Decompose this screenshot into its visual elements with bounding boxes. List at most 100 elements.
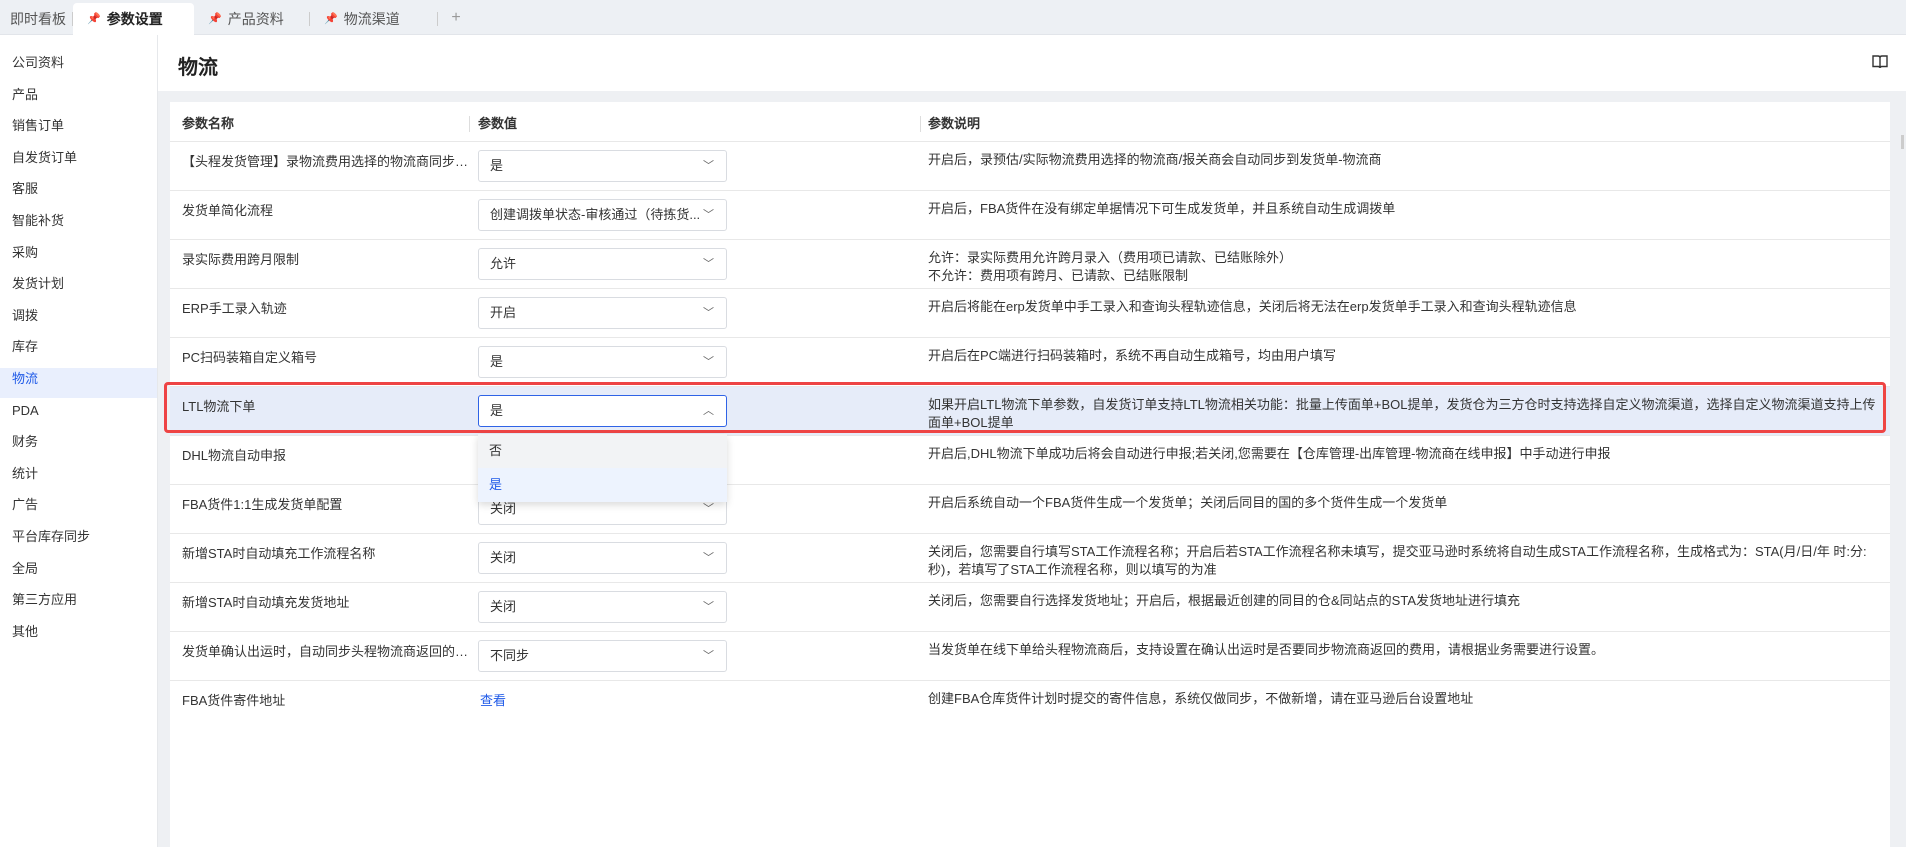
sidebar-item[interactable]: 调拨 — [12, 306, 38, 326]
description-text: 开启后,DHL物流下单成功后将会自动进行申报;若关闭,您需要在【仓库管理-出库管… — [928, 446, 1611, 461]
table-row: FBA货件1:1生成发货单配置 关闭 ﹀ 开启后系统自动一个FBA货件生成一个发货单；… — [170, 484, 1890, 533]
parameter-name: PC扫码装箱自定义箱号 — [182, 350, 318, 365]
sidebar-item[interactable]: 平台库存同步 — [12, 527, 90, 547]
sidebar-item[interactable]: 发货计划 — [12, 274, 64, 294]
sidebar-item[interactable]: 智能补货 — [12, 211, 64, 231]
select-value: 不同步 — [490, 648, 530, 663]
table-row: DHL物流自动申报是﹀开启后,DHL物流下单成功后将会自动进行申报;若关闭,您需… — [170, 435, 1890, 484]
sidebar-item[interactable]: 物流 — [12, 369, 38, 389]
column-header-description: 参数说明 — [928, 116, 981, 131]
chevron-down-icon: ﹀ — [703, 209, 714, 221]
parameter-name: 发货单确认出运时，自动同步头程物流商返回的费用 — [182, 644, 472, 659]
main-area: 物流 参数名称 参数值 参数说明 【头程发货管理】录物流费用选择的物流商同步到.… — [158, 35, 1906, 847]
chevron-down-icon: ﹀ — [703, 258, 714, 270]
pin-icon[interactable]: 📌 — [324, 3, 338, 35]
description-text: 当发货单在线下单给头程物流商后，支持设置在确认出运时是否要同步物流商返回的费用，… — [928, 642, 1605, 657]
select-value: 是 — [490, 354, 504, 369]
dropdown-option-no[interactable]: 否 — [478, 434, 727, 468]
column-divider — [469, 116, 470, 132]
sidebar-item[interactable]: 自发货订单 — [12, 148, 77, 168]
sidebar-item[interactable]: 客服 — [12, 179, 38, 199]
parameter-value-select[interactable]: 关闭 ﹀ — [478, 542, 727, 574]
column-divider — [920, 116, 921, 132]
parameter-value-select[interactable]: 开启 ﹀ — [478, 297, 727, 329]
parameter-description: 开启后系统自动一个FBA货件生成一个发货单；关闭后同目的国的多个货件生成一个发货… — [928, 494, 1878, 512]
table-row: FBA货件寄件地址 查看 创建FBA仓库货件计划时提交的寄件信息，系统仅做同步，不做… — [170, 680, 1890, 729]
table-row: 发货单简化流程 创建调拨单状态-审核通过（待拣货... ﹀ 开启后，FBA货件在没有绑… — [170, 190, 1890, 239]
sidebar-item[interactable]: 广告 — [12, 495, 38, 515]
parameter-description: 关闭后，您需要自行选择发货地址；开启后，根据最近创建的同目的仓&同站点的STA发… — [928, 592, 1878, 610]
parameter-description: 开启后在PC端进行扫码装箱时，系统不再自动生成箱号，均由用户填写 — [928, 347, 1878, 365]
dropdown-option-yes[interactable]: 是 — [478, 468, 727, 502]
description-text: 不允许：费用项有跨月、已请款、已结账限制 — [928, 268, 1189, 283]
scrollbar[interactable] — [1901, 135, 1904, 149]
tab-parameter-settings[interactable]: 📌 参数设置 — [73, 3, 194, 35]
chevron-down-icon: ﹀ — [703, 356, 714, 368]
table-row: 【头程发货管理】录物流费用选择的物流商同步到... 是 ﹀ 开启后，录预估/实际物流费… — [170, 141, 1890, 190]
parameter-value-select[interactable]: 允许 ﹀ — [478, 248, 727, 280]
sidebar-item[interactable]: 其他 — [12, 622, 38, 642]
view-link[interactable]: 查看 — [480, 690, 506, 709]
parameter-name: DHL物流自动申报 — [182, 448, 287, 463]
column-header-name: 参数名称 — [182, 116, 235, 131]
parameter-description: 开启后将能在erp发货单中手工录入和查询头程轨迹信息，关闭后将无法在erp发货单… — [928, 298, 1878, 316]
sidebar-item[interactable]: 产品 — [12, 85, 38, 105]
parameter-value-select[interactable]: 关闭 ﹀ — [478, 591, 727, 623]
select-value: 开启 — [490, 305, 517, 320]
description-text: 允许：录实际费用允许跨月录入（费用项已请款、已结账除外） — [928, 250, 1293, 265]
chevron-down-icon: ﹀ — [703, 160, 714, 172]
description-text: 开启后，FBA货件在没有绑定单据情况下可生成发货单，并且系统自动生成调拨单 — [928, 201, 1396, 216]
pin-icon[interactable]: 📌 — [87, 3, 101, 35]
sidebar-item[interactable]: 财务 — [12, 432, 38, 452]
parameter-description: 开启后，录预估/实际物流费用选择的物流商/报关商会自动同步到发货单-物流商 — [928, 151, 1878, 169]
parameter-description: 开启后,DHL物流下单成功后将会自动进行申报;若关闭,您需要在【仓库管理-出库管… — [928, 445, 1878, 463]
sidebar-item[interactable]: 第三方应用 — [12, 590, 77, 610]
table-row: 新增STA时自动填充工作流程名称 关闭 ﹀ 关闭后，您需要自行填写STA工作流程名称；… — [170, 533, 1890, 582]
parameter-description: 当发货单在线下单给头程物流商后，支持设置在确认出运时是否要同步物流商返回的费用，… — [928, 641, 1878, 659]
book-icon[interactable] — [1872, 55, 1888, 69]
table-row: 新增STA时自动填充发货地址 关闭 ﹀ 关闭后，您需要自行选择发货地址；开启后，根据最… — [170, 582, 1890, 631]
description-text: 开启后系统自动一个FBA货件生成一个发货单；关闭后同目的国的多个货件生成一个发货… — [928, 495, 1448, 510]
parameter-description: 允许：录实际费用允许跨月录入（费用项已请款、已结账除外） 不允许：费用项有跨月、已… — [928, 249, 1878, 285]
tab-logistics-channel[interactable]: 📌 物流渠道 — [310, 3, 438, 35]
select-value: 关闭 — [490, 501, 517, 516]
table-row: PC扫码装箱自定义箱号是 ﹀ 开启后在PC端进行扫码装箱时，系统不再自动生成箱号，均… — [170, 337, 1890, 386]
sidebar-item[interactable]: 全局 — [12, 559, 38, 579]
chevron-down-icon: ﹀ — [703, 601, 714, 613]
description-text: 关闭后，您需要自行选择发货地址；开启后，根据最近创建的同目的仓&同站点的STA发… — [928, 593, 1520, 608]
table-row: ERP手工录入轨迹 开启 ﹀ 开启后将能在erp发货单中手工录入和查询头程轨迹信息，关… — [170, 288, 1890, 337]
sidebar-item[interactable]: 库存 — [12, 337, 38, 357]
parameter-name: 新增STA时自动填充发货地址 — [182, 595, 350, 610]
description-text: 关闭后，您需要自行填写STA工作流程名称；开启后若STA工作流程名称未填写，提交… — [928, 544, 1867, 577]
highlight-box — [164, 382, 1886, 433]
value-dropdown-menu: 否 是 — [478, 434, 727, 502]
sidebar-item[interactable]: 销售订单 — [12, 116, 64, 136]
parameter-value-select[interactable]: 是﹀ — [478, 346, 727, 378]
chevron-down-icon: ﹀ — [703, 650, 714, 662]
select-value: 关闭 — [490, 599, 517, 614]
select-value: 是 — [490, 158, 504, 173]
parameter-name: 【头程发货管理】录物流费用选择的物流商同步到... — [182, 154, 472, 169]
select-value: 允许 — [490, 256, 517, 271]
parameter-value-select[interactable]: 不同步 ﹀ — [478, 640, 727, 672]
table-row: 录实际费用跨月限制 允许 ﹀ 允许：录实际费用允许跨月录入（费用项已请款、已结账除外）… — [170, 239, 1890, 288]
sidebar-item[interactable]: 公司资料 — [12, 53, 64, 73]
pin-icon[interactable]: 📌 — [208, 3, 222, 35]
select-value: 关闭 — [490, 550, 517, 565]
tab-dashboard[interactable]: 即时看板 — [0, 3, 73, 35]
parameter-name: ERP手工录入轨迹 — [182, 301, 287, 316]
tab-bar: 即时看板 📌 参数设置 📌 产品资料 📌 物流渠道 + — [0, 0, 1906, 35]
tab-product-info[interactable]: 📌 产品资料 — [194, 3, 310, 35]
sidebar-item[interactable]: 采购 — [12, 243, 38, 263]
parameter-value-select[interactable]: 是﹀ — [478, 150, 727, 182]
column-header-value: 参数值 — [478, 116, 518, 131]
add-tab-icon[interactable]: + — [446, 8, 466, 28]
chevron-down-icon: ﹀ — [703, 552, 714, 564]
parameter-value-select[interactable]: 创建调拨单状态-审核通过（待拣货... ﹀ — [478, 199, 727, 231]
sidebar-item[interactable]: PDA — [12, 401, 39, 421]
parameter-name: 录实际费用跨月限制 — [182, 252, 300, 267]
description-text: 开启后将能在erp发货单中手工录入和查询头程轨迹信息，关闭后将无法在erp发货单… — [928, 299, 1577, 314]
parameter-name: FBA货件1:1生成发货单配置 — [182, 497, 343, 512]
page-header: 物流 — [158, 35, 1906, 91]
sidebar-item[interactable]: 统计 — [12, 464, 38, 484]
